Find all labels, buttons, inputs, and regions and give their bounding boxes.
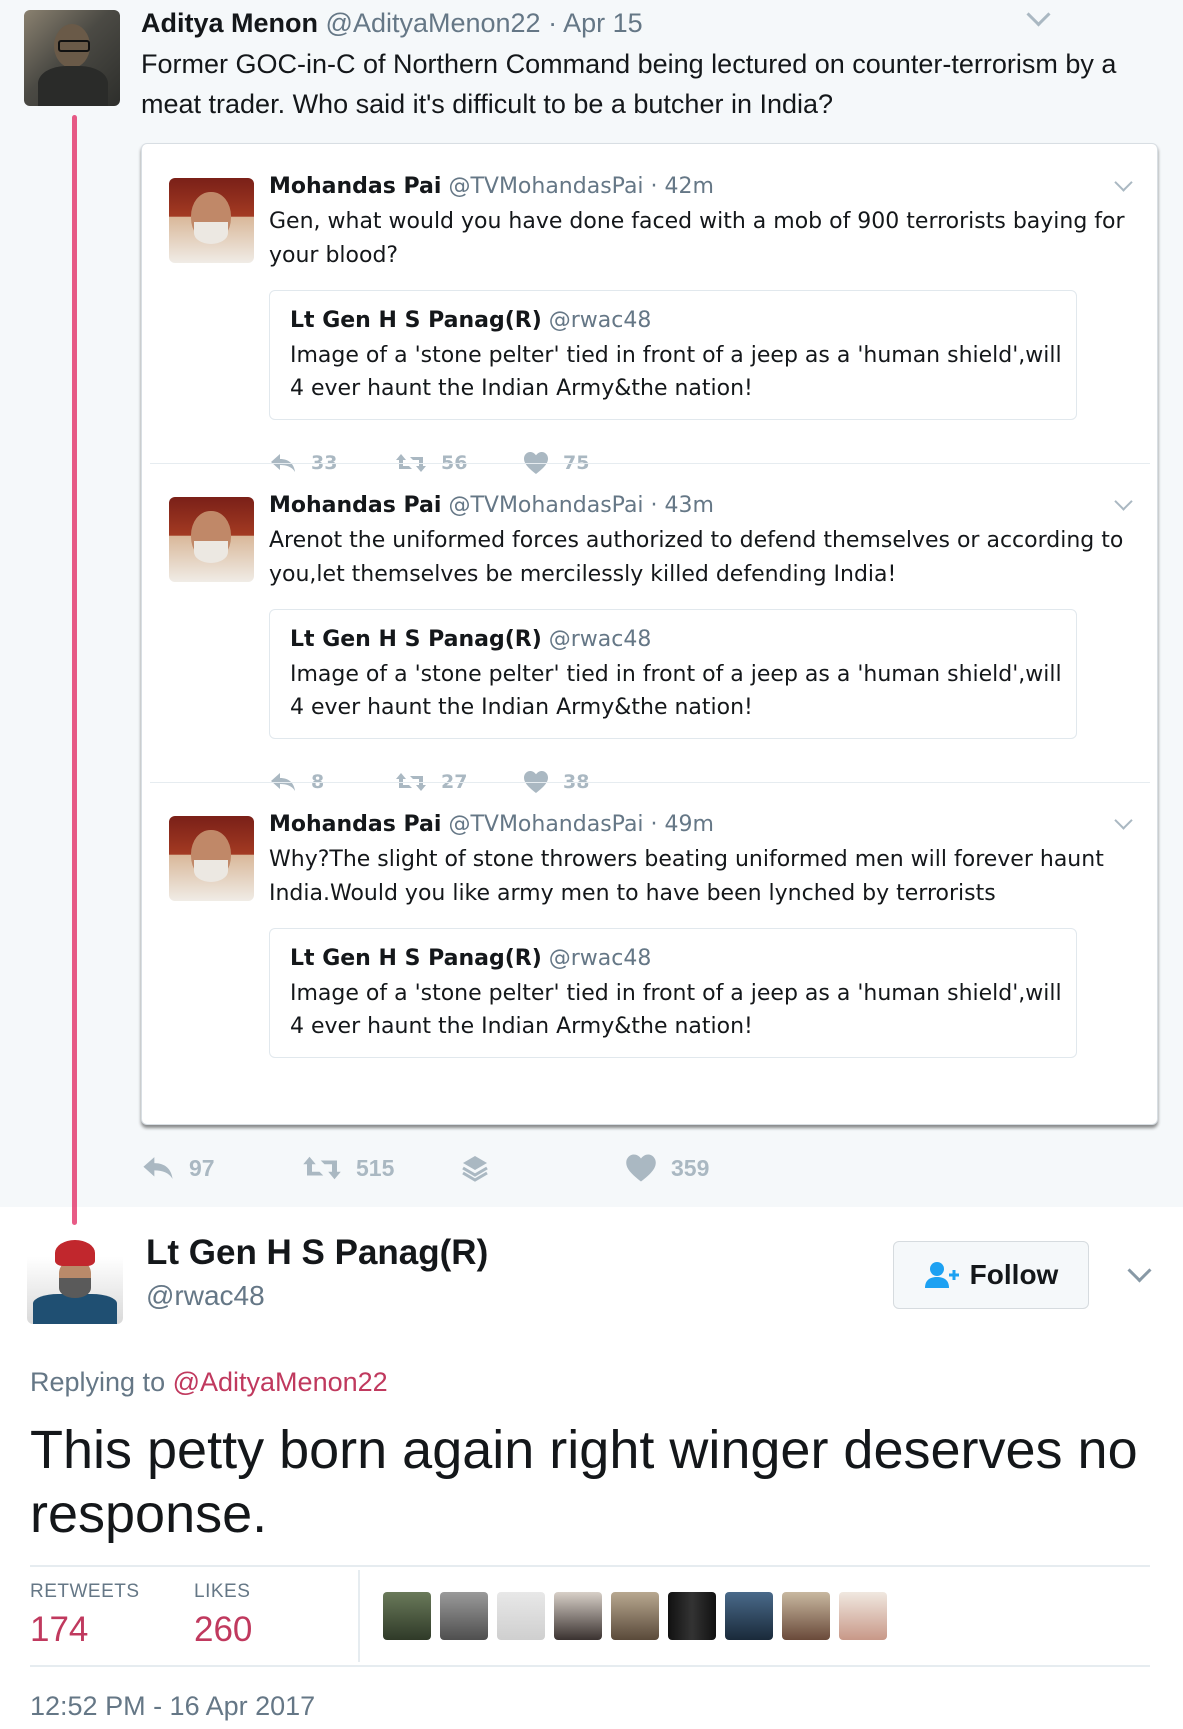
chevron-down-icon[interactable] xyxy=(1127,1258,1152,1283)
tweet-text: Former GOC-in-C of Northern Command bein… xyxy=(141,49,1117,119)
avatar xyxy=(169,497,254,582)
liker-avatar[interactable] xyxy=(668,1592,716,1640)
reply-icon xyxy=(143,1157,173,1179)
like-count: 359 xyxy=(671,1154,710,1181)
replying-to: Replying to @AdityaMenon22 xyxy=(30,1365,388,1399)
author-handle[interactable]: @rwac48 xyxy=(146,1278,265,1314)
divider xyxy=(30,1665,1150,1667)
likes-label: LIKES xyxy=(194,1581,251,1602)
parent-tweet-area: Aditya Menon @AdityaMenon22 · Apr 15 For… xyxy=(0,0,1183,1225)
quoted-author-handle: @rwac48 xyxy=(548,946,652,971)
tweet-text: Why?The slight of stone throwers beating… xyxy=(269,847,1104,906)
divider xyxy=(150,782,1150,783)
quoted-tweet: Lt Gen H S Panag(R) @rwac48 Image of a '… xyxy=(269,609,1077,739)
stack-icon xyxy=(462,1156,488,1182)
quoted-author-name: Lt Gen H S Panag(R) xyxy=(290,627,542,652)
tweet-header: Mohandas Pai @TVMohandasPai · 49m xyxy=(269,810,714,840)
divider xyxy=(150,463,1150,464)
retweet-count: 515 xyxy=(356,1154,395,1181)
author-meta: @AdityaMenon22 · Apr 15 xyxy=(325,8,643,38)
tweet-text: This petty born again right winger deser… xyxy=(30,1420,1138,1544)
liker-avatar[interactable] xyxy=(440,1592,488,1640)
likes-count: 260 xyxy=(194,1610,253,1649)
author-meta: @TVMohandasPai · 42m xyxy=(448,174,714,199)
chevron-down-icon xyxy=(1114,811,1133,830)
author-name: Mohandas Pai xyxy=(269,493,442,518)
quoted-author-name: Lt Gen H S Panag(R) xyxy=(290,946,542,971)
author-name[interactable]: Aditya Menon xyxy=(141,8,318,38)
follow-button[interactable]: Follow xyxy=(893,1241,1089,1309)
avatar xyxy=(169,178,254,263)
likes-stat[interactable]: LIKES 260 xyxy=(194,1580,252,1652)
retweets-label: RETWEETS xyxy=(30,1581,140,1602)
quoted-text: Image of a 'stone pelter' tied in front … xyxy=(290,662,1062,720)
divider xyxy=(30,1565,1150,1567)
avatar[interactable] xyxy=(27,1228,123,1324)
chevron-down-icon[interactable] xyxy=(1026,2,1051,27)
tweet-actions: 97 515 359 xyxy=(141,1148,841,1188)
chevron-down-icon xyxy=(1114,492,1133,511)
thread-line xyxy=(72,115,77,1225)
liker-avatar[interactable] xyxy=(497,1592,545,1640)
quoted-text: Image of a 'stone pelter' tied in front … xyxy=(290,981,1062,1039)
replying-prefix: Replying to xyxy=(30,1367,166,1397)
quoted-text: Image of a 'stone pelter' tied in front … xyxy=(290,343,1062,401)
heart-icon xyxy=(626,1154,656,1182)
author-name: Mohandas Pai xyxy=(269,174,442,199)
embedded-tweet-image[interactable]: Mohandas Pai @TVMohandasPai · 42m Gen, w… xyxy=(141,143,1158,1125)
tweet-text: Gen, what would you have done faced with… xyxy=(269,209,1125,268)
avatar xyxy=(169,816,254,901)
like-button[interactable]: 359 xyxy=(625,1148,709,1188)
liker-avatar[interactable] xyxy=(782,1592,830,1640)
author-name[interactable]: Lt Gen H S Panag(R) xyxy=(146,1232,488,1274)
divider xyxy=(358,1570,360,1662)
liker-avatar[interactable] xyxy=(839,1592,887,1640)
add-user-icon xyxy=(924,1262,959,1288)
quoted-tweet: Lt Gen H S Panag(R) @rwac48 Image of a '… xyxy=(269,928,1077,1058)
tweet-header: Mohandas Pai @TVMohandasPai · 42m xyxy=(269,172,714,202)
replying-to-link[interactable]: @AdityaMenon22 xyxy=(173,1367,388,1397)
timestamp[interactable]: 12:52 PM - 16 Apr 2017 xyxy=(30,1689,315,1723)
tweet-header: Mohandas Pai @TVMohandasPai · 43m xyxy=(269,491,714,521)
avatar[interactable] xyxy=(24,10,120,106)
liker-avatar[interactable] xyxy=(725,1592,773,1640)
author-name: Mohandas Pai xyxy=(269,812,442,837)
quoted-author-name: Lt Gen H S Panag(R) xyxy=(290,308,542,333)
stack-button[interactable] xyxy=(460,1148,504,1188)
quoted-author-handle: @rwac48 xyxy=(548,627,652,652)
tweet-text: Arenot the uniformed forces authorized t… xyxy=(269,528,1124,587)
retweets-stat[interactable]: RETWEETS 174 xyxy=(30,1580,140,1652)
liker-avatar[interactable] xyxy=(554,1592,602,1640)
follow-label: Follow xyxy=(969,1259,1059,1290)
retweet-icon xyxy=(303,1156,341,1180)
author-meta: @TVMohandasPai · 43m xyxy=(448,493,714,518)
reply-button[interactable]: 97 xyxy=(141,1148,215,1188)
chevron-down-icon xyxy=(1114,173,1133,192)
quoted-tweet: Lt Gen H S Panag(R) @rwac48 Image of a '… xyxy=(269,290,1077,420)
tweet-header: Aditya Menon @AdityaMenon22 · Apr 15 xyxy=(141,6,643,40)
reply-count: 97 xyxy=(189,1154,215,1181)
liker-avatar[interactable] xyxy=(611,1592,659,1640)
author-meta: @TVMohandasPai · 49m xyxy=(448,812,714,837)
liker-avatar[interactable] xyxy=(383,1592,431,1640)
retweet-button[interactable]: 515 xyxy=(302,1148,394,1188)
liker-avatars xyxy=(383,1592,887,1640)
retweets-count: 174 xyxy=(30,1610,89,1649)
quoted-author-handle: @rwac48 xyxy=(548,308,652,333)
